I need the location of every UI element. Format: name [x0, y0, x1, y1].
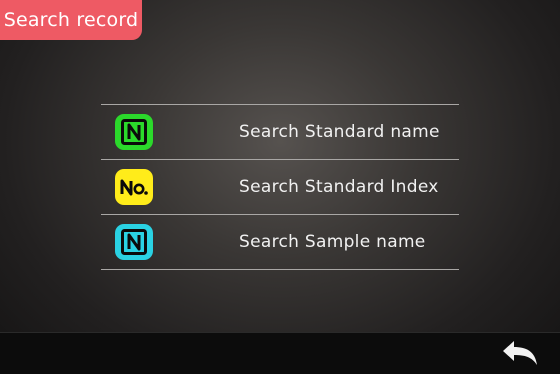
- back-arrow-icon: [503, 341, 537, 365]
- menu-item-search-standard-name[interactable]: Search Standard name: [101, 105, 459, 160]
- n-icon: [115, 114, 153, 150]
- bottom-bar: [0, 332, 560, 374]
- page-title-tab: Search record: [0, 0, 142, 40]
- search-menu: Search Standard name Search Standard Ind…: [101, 104, 459, 270]
- menu-item-label: Search Standard Index: [239, 177, 439, 197]
- page-title: Search record: [3, 9, 139, 31]
- no-icon: [115, 169, 153, 205]
- back-button[interactable]: [500, 339, 540, 369]
- menu-item-search-standard-index[interactable]: Search Standard Index: [101, 160, 459, 215]
- menu-item-search-sample-name[interactable]: Search Sample name: [101, 215, 459, 270]
- menu-item-label: Search Sample name: [239, 232, 426, 252]
- n-icon: [115, 224, 153, 260]
- menu-item-label: Search Standard name: [239, 122, 440, 142]
